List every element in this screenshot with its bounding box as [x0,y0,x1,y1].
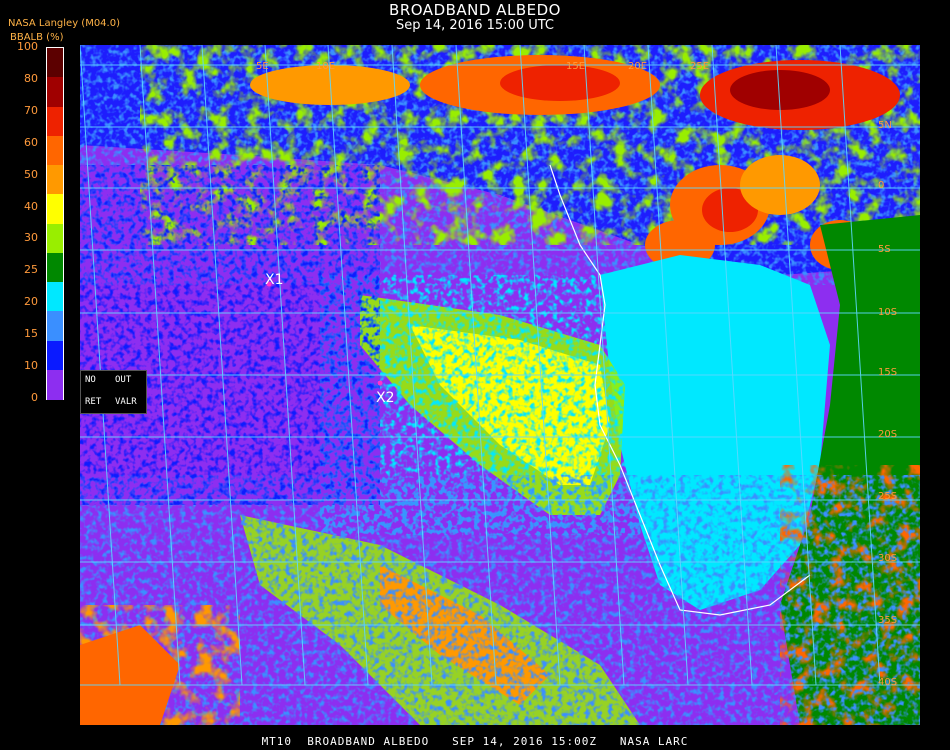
colorbar-segment [47,48,63,78]
marker-x1-label: X1 [265,272,284,288]
colorbar [46,47,64,400]
latitude-label: 20S [878,429,897,440]
latitude-label: 5S [878,244,891,255]
colorbar-tick-label: 10 [24,359,38,373]
latitude-label: 10S [878,307,897,318]
latitude-label: 30S [878,553,897,564]
western-ocean-speckle [80,165,380,505]
colorbar-tick-label: 100 [17,40,38,53]
longitude-label: 15E [566,61,585,72]
latitude-label: 35S [878,615,897,626]
latitude-label: 25S [878,491,897,502]
colorbar-tick-label: 25 [24,263,38,277]
data-source-label: NASA Langley (M04.0) [8,18,120,29]
colorbar-segment [47,194,63,224]
colorbar-segment [47,223,63,254]
latitude-label: 40S [878,677,897,688]
colorbar-segment [47,252,63,283]
colorbar-tick-label: 15 [24,327,38,341]
colorbar-tick-label: 0 [31,391,38,404]
colorbar-segment [47,165,63,195]
colorbar-segment [47,77,63,107]
legend-out: OUT [115,375,132,385]
colorbar-tick-label: 70 [24,103,38,117]
colorbar-segment [47,340,63,371]
latitude-label: 15S [878,367,897,378]
footer-caption: MT10 BROADBAND ALBEDO SEP 14, 2016 15:00… [261,735,689,748]
longitude-label: 5E [256,61,269,72]
map-title: BROADBAND ALBEDO [389,1,561,19]
colorbar-tick-label: 80 [24,71,38,85]
colorbar-segment [47,282,63,312]
colorbar-segment [47,369,63,400]
latitude-label: 0 [878,180,884,191]
colorbar-segment [47,106,63,137]
albedo-map: 5E 10E 15E 20E 25E 5N 0 5S 10S 15S 20S 25S 30S 35S 40S… [80,45,920,725]
colorbar-tick-label: 40 [24,199,38,213]
colorbar-segment [47,135,63,166]
marker-x2-label: X2 [376,390,395,406]
colorbar-tick-label: 50 [24,167,38,181]
legend-ret: RET [85,397,102,407]
longitude-label: 10E [316,61,335,72]
legend-no: NO [85,375,96,385]
longitude-label: 25E [690,61,709,72]
colorbar-tick-label: 60 [24,135,38,149]
no-retrieval-legend: NO OUT RET VALR [80,370,147,414]
colorbar-tick-label: 30 [24,231,38,245]
longitude-label: 20E [628,61,647,72]
colorbar-segment [47,311,63,341]
marker-x1: X1 [265,272,284,288]
colorbar-tick-label: 20 [24,295,38,309]
legend-valr: VALR [115,397,137,407]
map-subtitle: Sep 14, 2016 15:00 UTC [395,18,555,33]
latitude-label: 5N [878,120,892,131]
